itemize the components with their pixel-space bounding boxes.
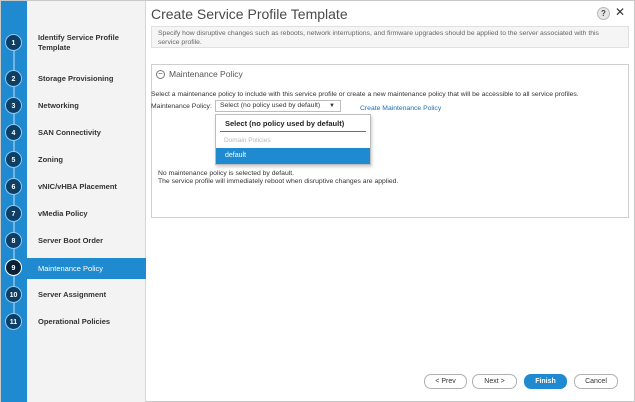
step-number-4: 4: [5, 124, 22, 141]
step-identify-template[interactable]: Identify Service Profile Template: [27, 32, 146, 54]
maintenance-policy-dropdown: Select (no policy used by default) Domai…: [215, 114, 371, 165]
close-icon[interactable]: ✕: [615, 5, 625, 19]
help-button[interactable]: ?: [597, 7, 610, 20]
step-maintenance-policy[interactable]: Maintenance Policy: [27, 258, 146, 279]
select-value: Select (no policy used by default): [220, 102, 321, 109]
step-label: Networking: [38, 101, 79, 110]
step-zoning[interactable]: Zoning: [27, 152, 146, 167]
step-server-assignment[interactable]: Server Assignment: [27, 287, 146, 302]
step-label: Server Boot Order: [38, 236, 104, 245]
progress-rail: 1 2 3 4 5 6 7 8 9 10 11: [1, 1, 27, 402]
step-networking[interactable]: Networking: [27, 98, 146, 113]
step-san-connectivity[interactable]: SAN Connectivity: [27, 125, 146, 140]
create-maintenance-policy-link[interactable]: Create Maintenance Policy: [360, 105, 441, 112]
panel-title: Maintenance Policy: [169, 69, 243, 79]
step-label: SAN Connectivity: [38, 128, 101, 137]
finish-button[interactable]: Finish: [524, 374, 567, 389]
step-number-2: 2: [5, 70, 22, 87]
policy-note: No maintenance policy is selected by def…: [158, 170, 398, 186]
wizard-steps: Identify Service Profile Template Storag…: [27, 1, 146, 402]
step-label: Identify Service Profile Template: [38, 33, 119, 52]
step-label: Zoning: [38, 155, 63, 164]
prev-button[interactable]: < Prev: [424, 374, 467, 389]
collapse-icon[interactable]: −: [156, 69, 165, 79]
next-button[interactable]: Next >: [472, 374, 517, 389]
panel-description: Select a maintenance policy to include w…: [151, 91, 579, 98]
step-number-8: 8: [5, 232, 22, 249]
step-operational-policies[interactable]: Operational Policies: [27, 314, 146, 329]
step-number-9: 9: [5, 259, 22, 276]
note-line: No maintenance policy is selected by def…: [158, 170, 295, 177]
dialog-window: 1 2 3 4 5 6 7 8 9 10 11 Identify Service…: [0, 0, 635, 402]
dialog-title: Create Service Profile Template: [151, 6, 348, 22]
maintenance-policy-label: Maintenance Policy:: [151, 103, 212, 110]
dropdown-option-default[interactable]: default: [216, 148, 370, 164]
step-number-10: 10: [5, 286, 22, 303]
step-label: Maintenance Policy: [38, 264, 104, 273]
dropdown-option-no-policy[interactable]: Select (no policy used by default): [220, 118, 366, 132]
step-vmedia-policy[interactable]: vMedia Policy: [27, 206, 146, 221]
step-label: vNIC/vHBA Placement: [38, 182, 117, 191]
step-label: vMedia Policy: [38, 209, 88, 218]
dropdown-group-header: Domain Policies: [224, 137, 271, 144]
step-label: Operational Policies: [38, 317, 111, 326]
step-number-3: 3: [5, 97, 22, 114]
step-vnic-vhba-placement[interactable]: vNIC/vHBA Placement: [27, 179, 146, 194]
cancel-button[interactable]: Cancel: [574, 374, 618, 389]
step-server-boot-order[interactable]: Server Boot Order: [27, 233, 146, 248]
step-label: Server Assignment: [38, 290, 107, 299]
dropdown-arrow-icon: ▼: [329, 103, 335, 109]
step-storage-provisioning[interactable]: Storage Provisioning: [27, 71, 146, 86]
step-number-6: 6: [5, 178, 22, 195]
panel-header[interactable]: − Maintenance Policy: [156, 69, 243, 79]
step-label: Storage Provisioning: [38, 74, 114, 83]
step-number-5: 5: [5, 151, 22, 168]
info-banner: Specify how disruptive changes such as r…: [151, 26, 629, 48]
step-number-1: 1: [5, 34, 22, 51]
note-line: The service profile will immediately reb…: [158, 178, 399, 185]
maintenance-policy-select[interactable]: Select (no policy used by default) ▼: [215, 100, 341, 112]
step-number-11: 11: [5, 313, 22, 330]
step-number-7: 7: [5, 205, 22, 222]
